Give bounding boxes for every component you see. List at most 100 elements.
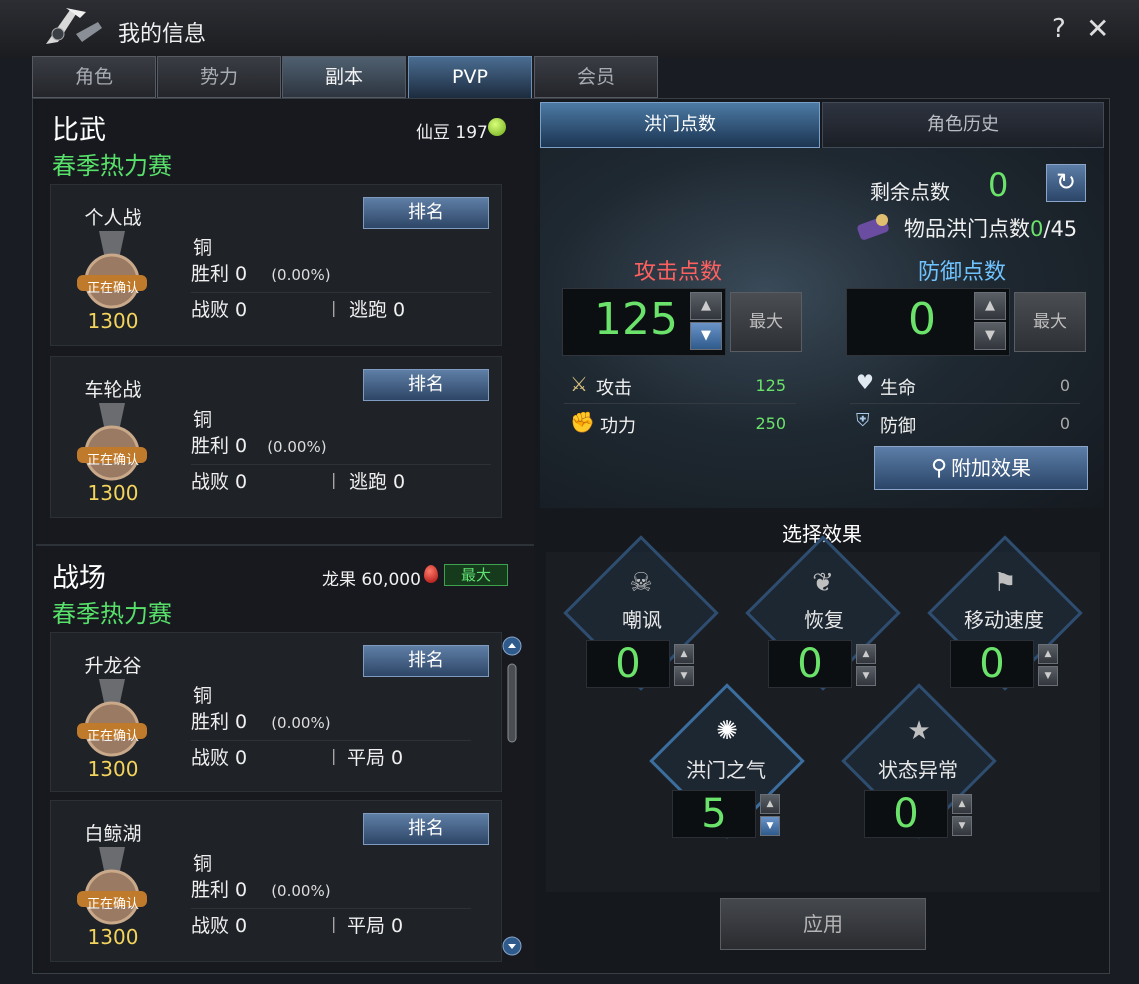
rank-button[interactable]: 排名 [363,369,489,401]
win-rate: (0.00%) [267,438,327,456]
scroll-item-icon [857,214,889,240]
effect-increase-button[interactable]: ▲ [856,644,876,664]
wins-row: 胜利 0 (0.00%) [191,707,471,741]
stat-label: 攻击 [596,378,632,399]
win-rate: (0.00%) [271,266,331,284]
tab-hongmen-points[interactable]: 洪门点数 [540,102,820,148]
row-separator: | [331,470,337,489]
item-points-max: /45 [1043,217,1078,241]
duel-mode-card: 车轮战 正在确认 1300 排名 铜 胜利 0 (0.00%) 战败 0 | 逃… [50,356,502,518]
row-separator: | [331,914,337,933]
close-button[interactable]: ✕ [1086,12,1109,45]
duel-title: 比武 [52,115,106,146]
refresh-icon: ↻ [1055,168,1077,196]
effect-increase-button[interactable]: ▲ [760,794,780,814]
tier-label: 铜 [193,853,213,875]
crossed-swords-icon: ⚔ [570,372,588,396]
attack-decrease-button[interactable]: ▼ [690,322,722,350]
mode-score: 1300 [87,309,139,333]
defense-decrease-button[interactable]: ▼ [974,322,1006,350]
effect-increase-button[interactable]: ▲ [674,644,694,664]
tier-label: 铜 [193,409,213,431]
bronze-medal-icon [77,847,147,925]
rank-button[interactable]: 排名 [363,197,489,229]
fist-icon: ✊ [570,410,595,434]
wins-row: 胜利 0 (0.00%) [191,431,491,465]
help-button[interactable]: ? [1052,14,1066,44]
stat-value: 250 [755,414,786,433]
effect-label: 移动速度 [964,608,1044,632]
shield-icon: ⛨ [856,410,870,431]
effect-label: 恢复 [804,608,844,632]
stat-row-attack: ⚔ 攻击 125 [564,368,796,404]
reset-points-button[interactable]: ↻ [1046,164,1086,202]
losses-label: 战败 0 [191,747,248,769]
losses-label: 战败 0 [191,299,248,321]
stat-row-health: ♥ 生命 0 [850,368,1080,404]
flee-label: 逃跑 0 [349,299,406,321]
battlefield-map-card: 白鲸湖 正在确认 1300 排名 铜 胜利 0 (0.00%) 战败 0 | 平… [50,800,502,962]
stat-label: 生命 [880,378,916,399]
item-points-value: 0 [1030,217,1044,241]
stat-label: 防御 [880,416,916,437]
apply-button[interactable]: 应用 [720,898,926,950]
battlefield-scrollbar[interactable] [500,636,524,962]
mode-name: 个人战 [84,207,142,229]
remaining-points-label: 剩余点数 [870,180,950,204]
attack-points-value: 125 [594,294,678,345]
effect-decrease-button[interactable]: ▼ [1038,666,1058,686]
effect-label: 嘲讽 [622,608,662,632]
stat-label: 功力 [600,416,636,437]
max-badge: 最大 [444,564,508,586]
bronze-medal-icon [77,403,147,481]
effect-value: 0 [893,791,919,837]
tab-dungeon[interactable]: 副本 [282,56,406,98]
attack-max-button[interactable]: 最大 [730,292,802,352]
rank-button[interactable]: 排名 [363,645,489,677]
win-rate: (0.00%) [271,882,331,900]
tier-label: 铜 [193,685,213,707]
tab-membership[interactable]: 会员 [534,56,658,98]
extra-effect-button[interactable]: ⚲ 附加效果 [874,446,1088,490]
window-title: 我的信息 [118,22,207,47]
defense-max-button[interactable]: 最大 [1014,292,1086,352]
duel-season: 春季热力赛 [52,152,172,180]
effect-label: 洪门之气 [686,758,766,782]
bronze-medal-icon [77,679,147,757]
main-tabs: 角色 势力 副本 PVP 会员 [32,56,658,100]
tab-pvp[interactable]: PVP [408,56,532,100]
medal-status: 正在确认 [86,897,139,912]
map-score: 1300 [87,757,139,781]
effect-increase-button[interactable]: ▲ [952,794,972,814]
dragon-fruit-currency: 龙果 60,000 [322,570,421,590]
tab-character-history[interactable]: 角色历史 [822,102,1104,148]
stat-value: 0 [1059,376,1070,395]
draw-label: 平局 0 [347,747,404,769]
effect-decrease-button[interactable]: ▼ [952,816,972,836]
tab-character[interactable]: 角色 [32,56,156,98]
row-separator: | [331,746,337,765]
rank-button[interactable]: 排名 [363,813,489,845]
battlefield-season: 春季热力赛 [52,600,172,628]
defense-increase-button[interactable]: ▲ [974,292,1006,320]
effect-decrease-button[interactable]: ▼ [674,666,694,686]
effect-decrease-button[interactable]: ▼ [760,816,780,836]
wins-label: 胜利 0 [191,263,248,285]
running-man-icon: ⚑ [993,568,1017,598]
battlefield-map-card: 升龙谷 正在确认 1300 排名 铜 胜利 0 (0.00%) 战败 0 | 平… [50,632,502,792]
effect-decrease-button[interactable]: ▼ [856,666,876,686]
losses-row: 战败 0 | 平局 0 [191,743,471,777]
bean-currency: 仙豆 197 [416,123,488,143]
duel-mode-card: 个人战 正在确认 1300 排名 铜 胜利 0 (0.00%) 战败 0 | 逃… [50,184,502,346]
win-rate: (0.00%) [271,714,331,732]
right-tabs: 洪门点数 角色历史 [540,102,1104,148]
attack-increase-button[interactable]: ▲ [690,292,722,320]
dragon-icon: ✺ [716,716,738,746]
effect-increase-button[interactable]: ▲ [1038,644,1058,664]
item-points-label: 物品洪门点数0/45 [904,213,1077,243]
tab-faction[interactable]: 势力 [157,56,281,98]
skull-icon: ☠ [629,568,653,598]
mode-name: 车轮战 [84,379,142,401]
wins-row: 胜利 0 (0.00%) [191,875,471,909]
losses-row: 战败 0 | 逃跑 0 [191,467,491,501]
